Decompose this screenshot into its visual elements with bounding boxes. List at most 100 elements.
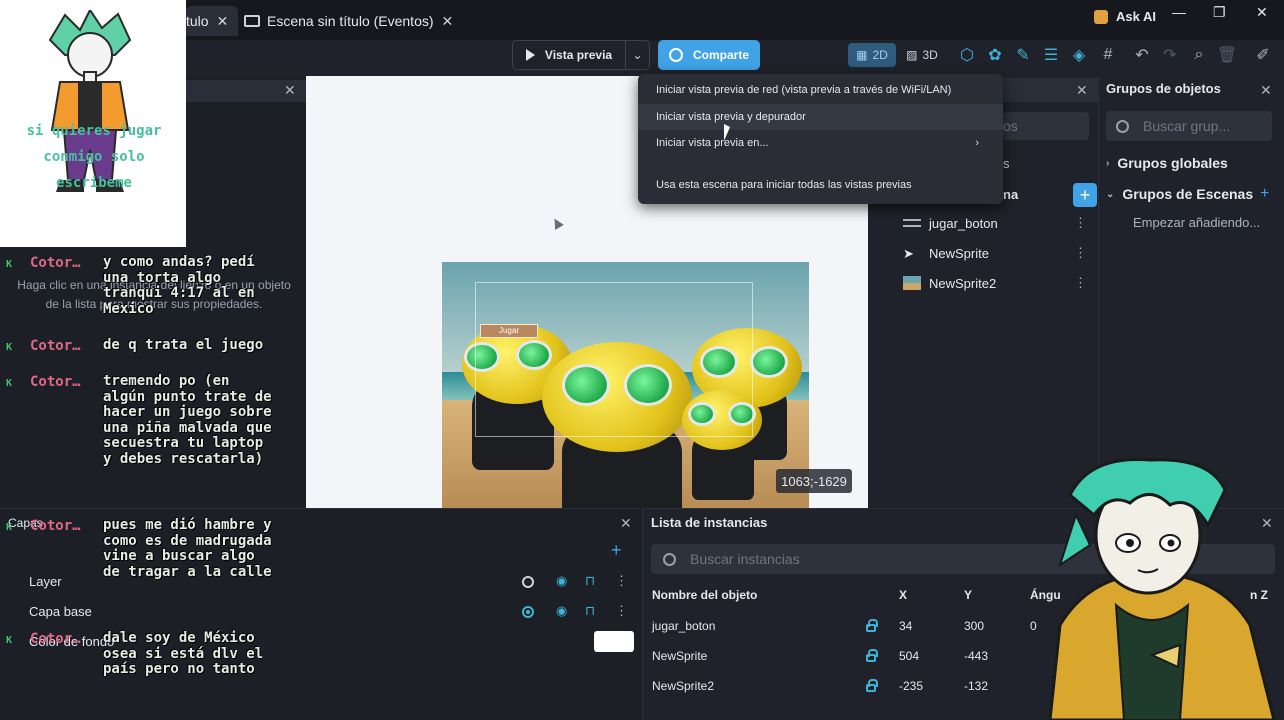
close-icon[interactable]: ✕: [217, 13, 229, 30]
streamer-avatar: [1048, 457, 1276, 720]
menu-item-label: Iniciar vista previa de red (vista previ…: [656, 84, 952, 96]
objects-icon[interactable]: ✿: [984, 44, 1006, 66]
chat-username: Cotor…: [30, 631, 81, 647]
column-header-name[interactable]: Nombre del objeto: [652, 588, 757, 602]
mode-2d-label: 2D: [872, 48, 888, 62]
layer-radio[interactable]: [522, 606, 534, 618]
mode-3d-toggle[interactable]: ▨ 3D: [902, 43, 942, 67]
objects-search-placeholder: os: [1003, 118, 1018, 134]
maximize-icon[interactable]: ❐: [1213, 4, 1226, 21]
preview-dropdown-menu: Iniciar vista previa de red (vista previ…: [638, 74, 1003, 204]
sticker-text: si quieres jugar conmigo solo escribeme: [26, 123, 162, 191]
app-window: tulo ✕ Escena sin título (Eventos) ✕ Ask…: [0, 0, 1284, 720]
column-header-y[interactable]: Y: [964, 588, 972, 602]
close-icon[interactable]: ✕: [284, 82, 296, 99]
menu-item-label: Usa esta escena para iniciar todas las v…: [656, 179, 912, 191]
more-icon[interactable]: ⋮: [1074, 215, 1087, 231]
ask-ai-label: Ask AI: [1116, 9, 1156, 24]
close-icon[interactable]: ✕: [1260, 82, 1272, 99]
chat-badge-icon: K: [6, 259, 13, 270]
chat-badge-icon: K: [6, 378, 13, 389]
tab-scene[interactable]: tulo ✕: [186, 6, 239, 36]
instances-title: Lista de instancias: [651, 515, 768, 530]
menu-item-label: Iniciar vista previa en...: [656, 137, 769, 149]
close-icon[interactable]: ✕: [442, 13, 454, 30]
share-button[interactable]: Comparte: [658, 40, 760, 70]
instances-search-placeholder: Buscar instancias: [690, 551, 800, 567]
table-row[interactable]: NewSprite2: [652, 679, 714, 693]
list-icon[interactable]: ☰: [1040, 44, 1062, 66]
object-item-newsprite[interactable]: ➤ NewSprite ⋮: [903, 242, 1093, 264]
layer-item[interactable]: Capa base: [29, 604, 92, 619]
layer-item[interactable]: Layer: [29, 574, 62, 589]
menu-item-use-scene[interactable]: Usa esta escena para iniciar todas las v…: [638, 172, 1003, 198]
scene-groups-label: Grupos de Escenas: [1122, 186, 1254, 202]
character-eye: [750, 346, 788, 378]
more-icon[interactable]: ⋮: [615, 573, 628, 589]
zoom-icon[interactable]: ⌕: [1188, 44, 1210, 66]
column-header-x[interactable]: X: [899, 588, 907, 602]
object-item-jugar-boton[interactable]: jugar_boton ⋮: [903, 212, 1093, 234]
instance-x: -235: [899, 679, 924, 693]
chat-username: Cotor…: [30, 374, 81, 390]
edit-icon[interactable]: ✎: [1012, 44, 1034, 66]
cube-icon[interactable]: ⬡: [956, 44, 978, 66]
window-close-icon[interactable]: ✕: [1256, 4, 1268, 21]
edit-window-icon[interactable]: ✐: [1252, 44, 1274, 66]
menu-item-preview-in[interactable]: Iniciar vista previa en... ›: [638, 130, 1003, 156]
visibility-icon[interactable]: ◉: [556, 603, 567, 619]
lock-icon[interactable]: [866, 679, 878, 692]
global-groups[interactable]: › Grupos globales: [1106, 155, 1228, 171]
add-group-icon[interactable]: +: [1260, 185, 1269, 203]
undo-icon[interactable]: ↶: [1131, 44, 1153, 66]
ask-ai-button[interactable]: Ask AI: [1094, 9, 1156, 24]
tab-scene-label: tulo: [186, 13, 209, 29]
preview-button[interactable]: Vista previa: [512, 40, 626, 70]
mode-2d-toggle[interactable]: ▦ 2D: [848, 43, 896, 67]
grid-2d-icon: ▦: [856, 48, 868, 62]
more-icon[interactable]: ⋮: [1074, 245, 1087, 261]
objects-search-input[interactable]: os: [1003, 112, 1089, 140]
redo-icon[interactable]: ↷: [1159, 44, 1181, 66]
selection-box: [475, 282, 753, 437]
instance-y: -443: [964, 649, 989, 663]
chat-text: dale soy de México osea si está dlv el p…: [103, 630, 272, 677]
objects-section-label: s: [1003, 156, 1010, 171]
more-icon[interactable]: ⋮: [615, 603, 628, 619]
menu-item-network-preview[interactable]: Iniciar vista previa de red (vista previ…: [638, 77, 1003, 103]
visibility-icon[interactable]: ◉: [556, 573, 567, 589]
table-row[interactable]: NewSprite: [652, 649, 707, 663]
minimize-icon[interactable]: —: [1172, 4, 1186, 20]
grid-3d-icon: ▨: [906, 48, 918, 62]
tab-scene-events-label: Escena sin título (Eventos): [267, 13, 434, 29]
image-icon: [903, 276, 921, 290]
object-item-newsprite2[interactable]: NewSprite2 ⋮: [903, 272, 1093, 294]
scene-groups[interactable]: ⌄ Grupos de Escenas: [1106, 186, 1253, 202]
add-layer-icon[interactable]: +: [611, 540, 622, 561]
lock-icon[interactable]: [866, 649, 878, 662]
chat-badge-icon: K: [6, 342, 13, 353]
menu-item-preview-debugger[interactable]: Iniciar vista previa y depurador: [638, 104, 1003, 130]
groups-empty-text: Empezar añadiendo...: [1133, 215, 1261, 230]
layers-icon[interactable]: ◈: [1068, 44, 1090, 66]
add-object-button[interactable]: +: [1073, 183, 1097, 207]
tab-scene-events[interactable]: Escena sin título (Eventos) ✕: [244, 6, 453, 36]
layer-radio[interactable]: [522, 576, 534, 588]
cursor-icon: ➤: [903, 246, 914, 261]
table-row[interactable]: jugar_boton: [652, 619, 715, 633]
close-icon[interactable]: ✕: [620, 515, 632, 532]
stream-sticker: si quieres jugar conmigo solo escribeme: [0, 0, 186, 247]
groups-search-input[interactable]: Buscar grup...: [1106, 111, 1272, 141]
lock-icon[interactable]: [866, 619, 878, 632]
chat-badge-icon: K: [6, 522, 13, 533]
grid-icon[interactable]: #: [1097, 44, 1119, 66]
preview-dropdown-button[interactable]: ⌄: [626, 40, 650, 70]
delete-icon[interactable]: 🗑: [1216, 44, 1238, 66]
groups-search-placeholder: Buscar grup...: [1143, 118, 1231, 134]
background-color-swatch[interactable]: [594, 631, 634, 652]
jugar-button-instance[interactable]: Jugar: [480, 324, 538, 338]
more-icon[interactable]: ⋮: [1074, 275, 1087, 291]
lock-icon[interactable]: ⊓: [585, 573, 595, 589]
close-icon[interactable]: ✕: [1076, 82, 1088, 99]
lock-icon[interactable]: ⊓: [585, 603, 595, 619]
